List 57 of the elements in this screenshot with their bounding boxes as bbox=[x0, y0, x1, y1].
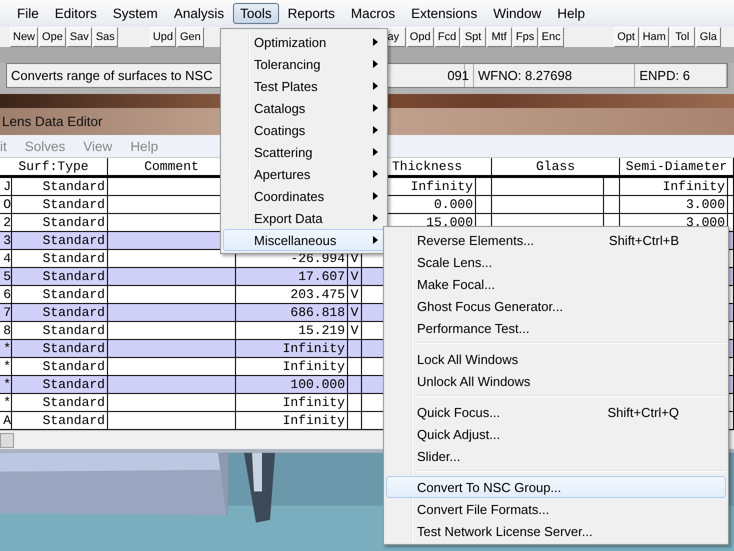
table-cell: 0.000 bbox=[434, 197, 473, 212]
table-cell: 5 bbox=[3, 269, 11, 284]
table-cell: Standard bbox=[42, 179, 105, 194]
column-header: Comment bbox=[144, 159, 199, 174]
column-header: Thickness bbox=[392, 159, 462, 174]
table-cell: V bbox=[350, 269, 358, 284]
table-cell: * bbox=[3, 377, 11, 392]
table-cell: * bbox=[3, 341, 11, 356]
table-cell: 17.607 bbox=[298, 269, 345, 284]
table-cell: Standard bbox=[42, 251, 105, 266]
table-cell: Standard bbox=[42, 233, 105, 248]
table-cell: Infinity bbox=[282, 395, 345, 410]
table-cell: Standard bbox=[42, 323, 105, 338]
table-cell: Standard bbox=[42, 377, 105, 392]
table-cell: V bbox=[350, 323, 358, 338]
table-cell: 6 bbox=[3, 287, 11, 302]
table-cell: Infinity bbox=[410, 179, 473, 194]
table-cell: 203.475 bbox=[290, 287, 345, 302]
table-cell: Infinity bbox=[282, 359, 345, 374]
status-text: 091 bbox=[447, 68, 470, 83]
table-cell: * bbox=[3, 359, 11, 374]
table-cell: 686.818 bbox=[290, 305, 345, 320]
window-title: Lens Data Editor bbox=[2, 114, 103, 129]
table-cell: Standard bbox=[42, 197, 105, 212]
status-text: Converts range of surfaces to NSC bbox=[11, 68, 213, 83]
table-cell: 100.000 bbox=[290, 377, 345, 392]
table-cell: V bbox=[350, 305, 358, 320]
table-cell: Infinity bbox=[282, 413, 345, 428]
column-header: Semi-Diameter bbox=[626, 159, 728, 174]
table-cell: 8 bbox=[3, 323, 11, 338]
table-cell: Standard bbox=[42, 215, 105, 230]
table-cell: Standard bbox=[42, 413, 105, 428]
table-cell: Standard bbox=[42, 359, 105, 374]
table-cell: 4 bbox=[3, 251, 11, 266]
table-cell: V bbox=[350, 287, 358, 302]
table-cell: O bbox=[3, 197, 11, 212]
status-text: ENPD: 6 bbox=[639, 68, 690, 83]
table-cell: Standard bbox=[42, 305, 105, 320]
table-cell: Infinity bbox=[282, 341, 345, 356]
column-header: Glass bbox=[536, 159, 575, 174]
table-cell: Infinity bbox=[662, 179, 725, 194]
table-cell: 3 bbox=[3, 233, 11, 248]
table-cell: 7 bbox=[3, 305, 11, 320]
table-cell: 15.219 bbox=[298, 323, 345, 338]
column-header: Surf:Type bbox=[18, 159, 89, 174]
table-cell: 2 bbox=[3, 215, 11, 230]
table-cell: A bbox=[3, 413, 11, 428]
table-cell: 15.000 bbox=[426, 215, 473, 230]
table-cell: Standard bbox=[42, 395, 105, 410]
table-cell: 3.000 bbox=[686, 197, 725, 212]
table-cell: Standard bbox=[42, 269, 105, 284]
table-cell: J bbox=[3, 179, 11, 194]
table-cell: Standard bbox=[42, 341, 105, 356]
table-cell: 3.000 bbox=[686, 215, 725, 230]
table-cell: * bbox=[3, 395, 11, 410]
status-text: WFNO: 8.27698 bbox=[478, 68, 572, 83]
table-cell: Standard bbox=[42, 287, 105, 302]
